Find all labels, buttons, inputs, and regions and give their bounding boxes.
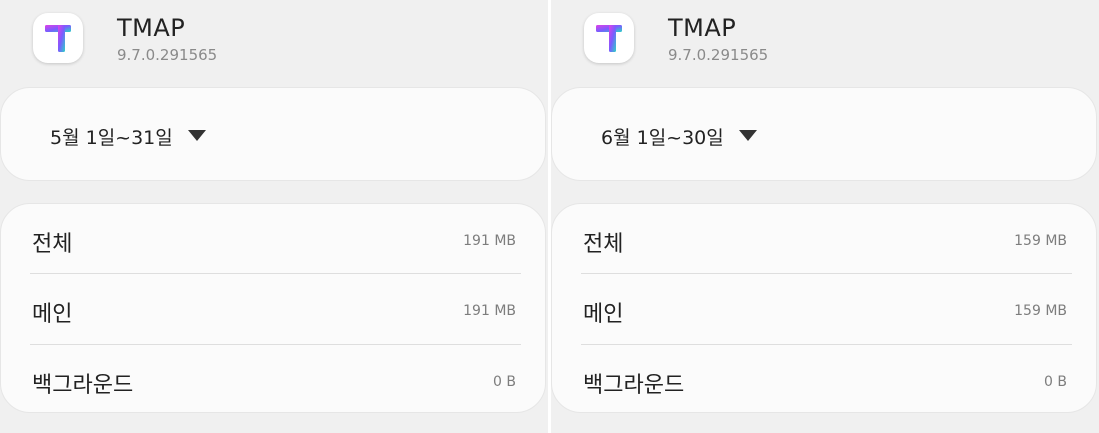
usage-label: 전체 <box>32 232 73 257</box>
usage-row-main: 메인 191 MB <box>1 274 547 344</box>
date-range-selector[interactable]: 5월 1일~31일 <box>0 87 546 181</box>
usage-label: 전체 <box>583 232 624 257</box>
usage-value: 0 B <box>493 374 516 390</box>
usage-label: 메인 <box>32 302 73 327</box>
usage-value: 159 MB <box>1014 233 1067 249</box>
app-version: 9.7.0.291565 <box>117 46 218 64</box>
usage-row-background: 백그라운드 0 B <box>1 345 547 415</box>
caret-down-icon[interactable] <box>739 130 757 141</box>
usage-list: 전체 159 MB 메인 159 MB 백그라운드 0 B <box>551 203 1097 413</box>
usage-list: 전체 191 MB 메인 191 MB 백그라운드 0 B <box>0 203 546 413</box>
app-name: TMAP <box>668 14 737 42</box>
usage-label: 백그라운드 <box>32 373 134 398</box>
usage-label: 메인 <box>583 302 624 327</box>
usage-value: 191 MB <box>463 303 516 319</box>
usage-value: 191 MB <box>463 233 516 249</box>
app-version: 9.7.0.291565 <box>668 46 769 64</box>
date-range-label: 6월 1일~30일 <box>601 127 724 149</box>
usage-value: 0 B <box>1044 374 1067 390</box>
tmap-logo-icon <box>584 13 634 63</box>
usage-row-total: 전체 159 MB <box>552 204 1098 274</box>
usage-row-total: 전체 191 MB <box>1 204 547 274</box>
data-usage-panel-june: TMAP 9.7.0.291565 6월 1일~30일 전체 159 MB 메인… <box>551 0 1099 433</box>
date-range-selector[interactable]: 6월 1일~30일 <box>551 87 1097 181</box>
usage-row-background: 백그라운드 0 B <box>552 345 1098 415</box>
usage-label: 백그라운드 <box>583 373 685 398</box>
tmap-logo-icon <box>33 13 83 63</box>
app-name: TMAP <box>117 14 186 42</box>
date-range-label: 5월 1일~31일 <box>50 127 173 149</box>
usage-row-main: 메인 159 MB <box>552 274 1098 344</box>
caret-down-icon[interactable] <box>188 130 206 141</box>
usage-value: 159 MB <box>1014 303 1067 319</box>
data-usage-panel-may: TMAP 9.7.0.291565 5월 1일~31일 전체 191 MB 메인… <box>0 0 548 433</box>
